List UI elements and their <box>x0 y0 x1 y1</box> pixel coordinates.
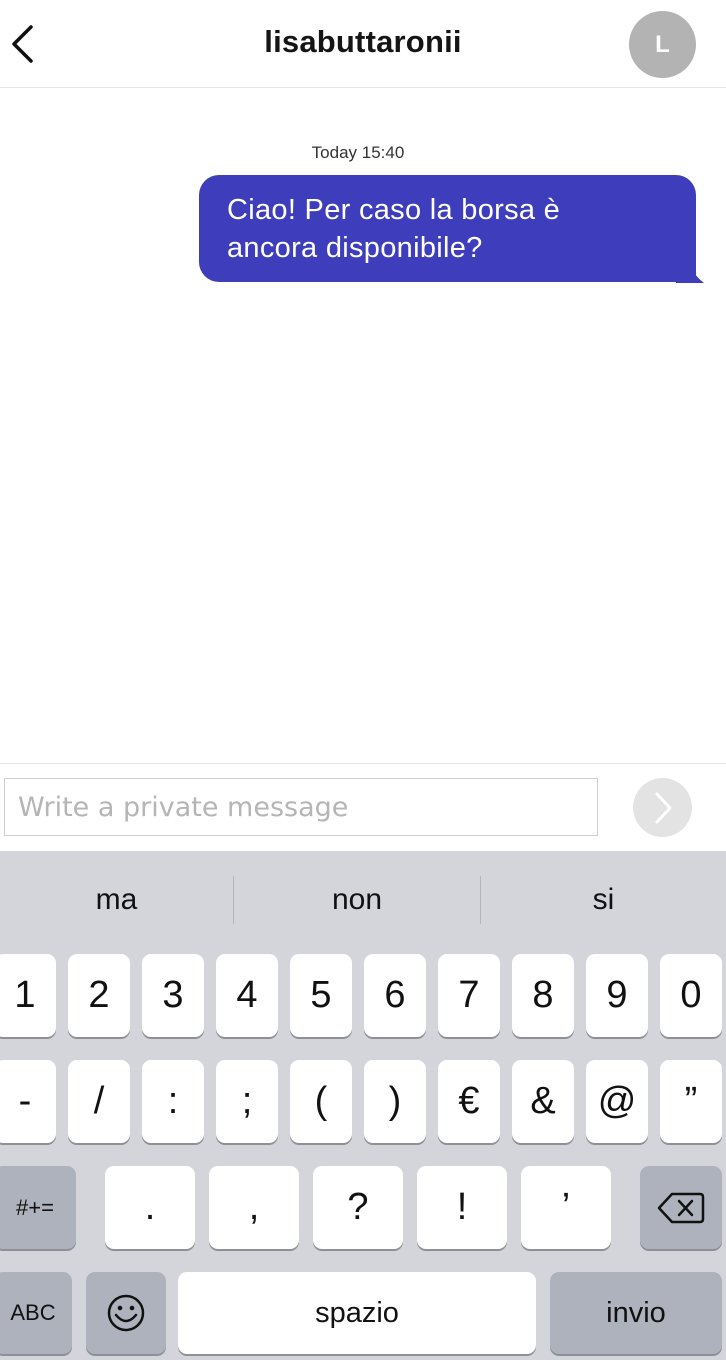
key-slash[interactable]: / <box>68 1060 130 1143</box>
message-timestamp: Today 15:40 <box>311 143 405 162</box>
key-close-paren[interactable]: ) <box>364 1060 426 1143</box>
backspace-key[interactable] <box>640 1166 722 1249</box>
suggestion-item[interactable]: si <box>481 873 726 927</box>
key-open-paren[interactable]: ( <box>290 1060 352 1143</box>
message-composer <box>0 763 726 851</box>
key-period[interactable]: . <box>105 1166 195 1249</box>
chat-title: lisabuttaronii <box>264 24 462 59</box>
key-apostrophe[interactable]: ’ <box>521 1166 611 1249</box>
conversation-area: Today 15:40 Ciao! Per caso la borsa è an… <box>0 88 726 763</box>
suggestion-item[interactable]: non <box>234 873 480 927</box>
send-button[interactable] <box>633 778 692 837</box>
message-bubble-wrapper: Ciao! Per caso la borsa è ancora disponi… <box>199 175 707 284</box>
key-colon[interactable]: : <box>142 1060 204 1143</box>
suggestion-bar: ma non si <box>0 851 726 949</box>
key-semicolon[interactable]: ; <box>216 1060 278 1143</box>
chat-header: lisabuttaronii L <box>0 0 726 88</box>
key-hyphen[interactable]: - <box>0 1060 56 1143</box>
key-at[interactable]: @ <box>586 1060 648 1143</box>
key-4[interactable]: 4 <box>216 954 278 1037</box>
message-bubble-sent[interactable]: Ciao! Per caso la borsa è ancora disponi… <box>199 175 696 282</box>
key-7[interactable]: 7 <box>438 954 500 1037</box>
key-6[interactable]: 6 <box>364 954 426 1037</box>
key-ampersand[interactable]: & <box>512 1060 574 1143</box>
key-question[interactable]: ? <box>313 1166 403 1249</box>
key-more-symbols[interactable]: #+= <box>0 1166 76 1249</box>
message-input[interactable] <box>4 778 598 836</box>
chevron-right-icon <box>655 792 671 823</box>
avatar[interactable]: L <box>629 11 696 78</box>
key-comma[interactable]: , <box>209 1166 299 1249</box>
key-abc[interactable]: ABC <box>0 1272 72 1354</box>
key-9[interactable]: 9 <box>586 954 648 1037</box>
key-0[interactable]: 0 <box>660 954 722 1037</box>
key-3[interactable]: 3 <box>142 954 204 1037</box>
suggestion-item[interactable]: ma <box>0 873 233 927</box>
emoji-icon <box>107 1294 145 1332</box>
key-euro[interactable]: € <box>438 1060 500 1143</box>
key-5[interactable]: 5 <box>290 954 352 1037</box>
key-exclamation[interactable]: ! <box>417 1166 507 1249</box>
message-text-line: ancora disponibile? <box>227 232 483 264</box>
message-text-line: Ciao! Per caso la borsa è <box>227 194 561 226</box>
space-key[interactable]: spazio <box>178 1272 536 1354</box>
keyboard: ma non si 1 2 3 4 5 6 7 8 9 0 - / : ; ( … <box>0 851 726 1360</box>
key-1[interactable]: 1 <box>0 954 56 1037</box>
key-8[interactable]: 8 <box>512 954 574 1037</box>
key-2[interactable]: 2 <box>68 954 130 1037</box>
key-quote[interactable]: ” <box>660 1060 722 1143</box>
emoji-key[interactable] <box>86 1272 166 1354</box>
return-key[interactable]: invio <box>550 1272 722 1354</box>
backspace-icon <box>657 1192 705 1223</box>
